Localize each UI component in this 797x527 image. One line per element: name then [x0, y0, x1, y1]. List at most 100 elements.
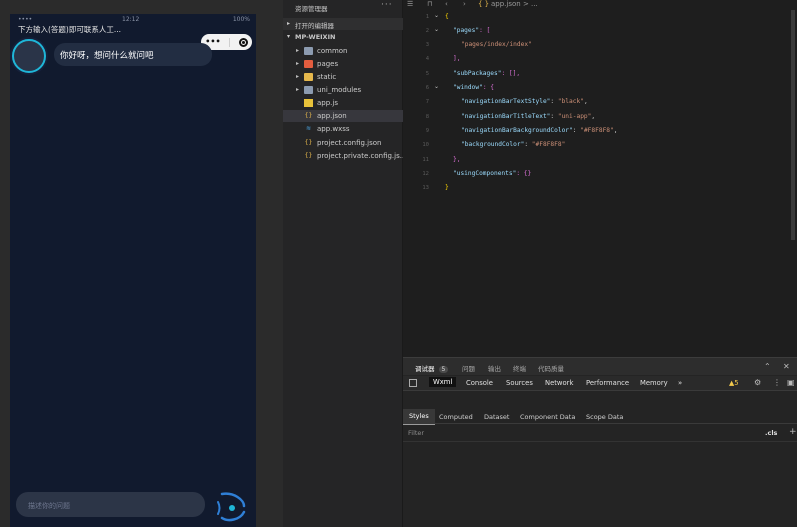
code-line-2: "pages": [ — [453, 27, 490, 34]
project-root-label: MP-WEIXIN — [295, 33, 336, 41]
tab-styles[interactable]: Styles — [403, 409, 435, 425]
open-editors-section[interactable]: ▸ 打开的编辑器 — [283, 18, 403, 30]
add-rule-icon[interactable]: + — [789, 427, 797, 437]
chevron-down-icon: ▾ — [287, 33, 291, 40]
status-carrier: •••• — [18, 16, 33, 23]
code-punct: , — [591, 113, 596, 120]
bot-avatar — [12, 39, 46, 73]
json-key: "pages" — [453, 27, 480, 34]
dock-icon[interactable]: ▣ — [787, 378, 795, 387]
editor-scrollbar[interactable] — [791, 10, 795, 240]
devtools-panel-tabs: Wxml Console Sources Network Performance… — [403, 376, 797, 391]
fold-chevron-icon[interactable]: ⌄ — [434, 26, 439, 33]
tab-code-quality[interactable]: 代码质量 — [538, 363, 564, 373]
code-punct: : {} — [516, 170, 532, 177]
more-tabs-icon[interactable]: » — [678, 379, 682, 387]
line-number: 3 — [425, 42, 429, 48]
close-icon[interactable]: ✕ — [783, 362, 790, 371]
code-editor[interactable]: ☰ ⊓ ‹ › { } app.json > ... 1 2 3 4 5 6 7… — [403, 0, 797, 357]
chevron-up-icon[interactable]: ⌃ — [764, 362, 771, 371]
code-line-6: "window": { — [453, 84, 494, 91]
cls-toggle-button[interactable]: .cls — [765, 429, 777, 437]
code-line-5: "subPackages": [], — [453, 70, 520, 77]
json-file-icon: { } — [478, 0, 490, 8]
json-key: "navigationBarBackgroundColor" — [461, 127, 573, 134]
devtools-panel: 调试器 5 问题 输出 终端 代码质量 ⌃ ✕ Wxml Console Sour… — [403, 357, 797, 527]
tab-problems[interactable]: 问题 — [462, 363, 475, 373]
tab-sources[interactable]: Sources — [506, 379, 533, 387]
styles-filter-input[interactable]: Filter — [408, 429, 424, 437]
json-key: "navigationBarTextStyle" — [461, 98, 551, 105]
project-root-section[interactable]: ▾ MP-WEIXIN — [283, 31, 403, 43]
kebab-menu-icon[interactable]: ⋮ — [773, 378, 781, 387]
phone-screen: •••• 12:12 100% 下方输入(答题)即可联系人工... ••• 你好… — [10, 14, 256, 527]
tab-terminal[interactable]: 终端 — [513, 363, 526, 373]
tree-item-project-config[interactable]: {} project.config.json — [283, 137, 403, 149]
tab-console[interactable]: Console — [466, 379, 493, 387]
chevron-right-icon: ▸ — [296, 73, 300, 80]
back-icon[interactable]: ‹ — [445, 0, 448, 8]
code-line-8: "navigationBarTitleText": "uni-app", — [461, 113, 595, 120]
json-key: "backgroundColor" — [461, 141, 525, 148]
json-key: "navigationBarTitleText" — [461, 113, 551, 120]
tab-wxml[interactable]: Wxml — [429, 377, 457, 387]
code-line-10: "backgroundColor": "#F8F8F8" — [461, 141, 565, 148]
status-battery: 100% — [232, 16, 250, 23]
fold-chevron-icon[interactable]: ⌄ — [434, 12, 439, 19]
close-target-icon[interactable] — [238, 37, 248, 47]
warning-count[interactable]: ▲5 — [729, 379, 739, 387]
divider — [403, 441, 797, 442]
tree-item-project-private-config[interactable]: {} project.private.config.js... — [283, 150, 407, 162]
line-number: 7 — [425, 99, 429, 105]
tree-item-label: common — [317, 47, 348, 55]
tree-item-static[interactable]: ▸ static — [283, 71, 403, 83]
tab-computed[interactable]: Computed — [439, 413, 473, 421]
simulator-panel: •••• 12:12 100% 下方输入(答题)即可联系人工... ••• 你好… — [0, 0, 283, 527]
ide-window: •••• 12:12 100% 下方输入(答题)即可联系人工... ••• 你好… — [0, 0, 797, 527]
code-line-4: ], — [453, 55, 461, 62]
tree-item-app-json[interactable]: {} app.json — [283, 110, 403, 122]
explorer-more-icon[interactable]: ··· — [381, 0, 393, 10]
tree-item-app-js[interactable]: app.js — [283, 97, 403, 109]
status-time: 12:12 — [122, 16, 140, 23]
tree-item-uni-modules[interactable]: ▸ uni_modules — [283, 84, 403, 96]
inspect-element-icon[interactable] — [409, 379, 417, 387]
bookmark-icon[interactable]: ⊓ — [427, 0, 432, 8]
line-number: 13 — [422, 185, 429, 191]
json-key: "window" — [453, 84, 483, 91]
json-value: "#F8F8F8" — [580, 127, 614, 134]
tab-network[interactable]: Network — [545, 379, 573, 387]
tree-item-label: static — [317, 73, 337, 81]
breadcrumb[interactable]: app.json > ... — [491, 0, 538, 8]
code-line-1: { — [445, 13, 449, 20]
chevron-right-icon: ▸ — [296, 86, 300, 93]
question-input[interactable]: 描述你的问题 — [16, 492, 205, 517]
tree-item-app-wxss[interactable]: ≋ app.wxss — [283, 123, 403, 135]
line-number: 8 — [425, 114, 429, 120]
tab-performance[interactable]: Performance — [586, 379, 629, 387]
gear-icon[interactable]: ⚙ — [754, 378, 761, 387]
tab-debugger[interactable]: 调试器 5 — [415, 363, 449, 373]
folder-icon — [304, 47, 313, 55]
fold-chevron-icon[interactable]: ⌄ — [434, 83, 439, 90]
explorer-title: 资源管理器 — [295, 5, 328, 13]
greeting-bubble: 你好呀，想问什么就问吧 — [54, 43, 212, 66]
code-line-13: } — [445, 184, 449, 191]
tab-dataset[interactable]: Dataset — [484, 413, 509, 421]
tab-scope-data[interactable]: Scope Data — [586, 413, 623, 421]
file-explorer: 资源管理器 ··· ▸ 打开的编辑器 ▾ MP-WEIXIN ▸ common … — [283, 0, 407, 527]
assistant-logo-icon[interactable] — [214, 488, 250, 524]
code-punct: , — [583, 98, 588, 105]
tree-item-label: project.private.config.js... — [317, 152, 407, 160]
tree-item-pages[interactable]: ▸ pages — [283, 58, 403, 70]
tree-item-common[interactable]: ▸ common — [283, 45, 403, 57]
tab-output[interactable]: 输出 — [488, 363, 501, 373]
code-line-12: "usingComponents": {} — [453, 170, 531, 177]
forward-icon[interactable]: › — [463, 0, 466, 8]
json-key: "subPackages" — [453, 70, 502, 77]
line-number: 9 — [425, 128, 429, 134]
tab-component-data[interactable]: Component Data — [520, 413, 575, 421]
tab-memory[interactable]: Memory — [640, 379, 668, 387]
list-icon[interactable]: ☰ — [407, 0, 413, 8]
styles-tab-bar: Styles Computed Dataset Component Data S… — [403, 409, 797, 425]
